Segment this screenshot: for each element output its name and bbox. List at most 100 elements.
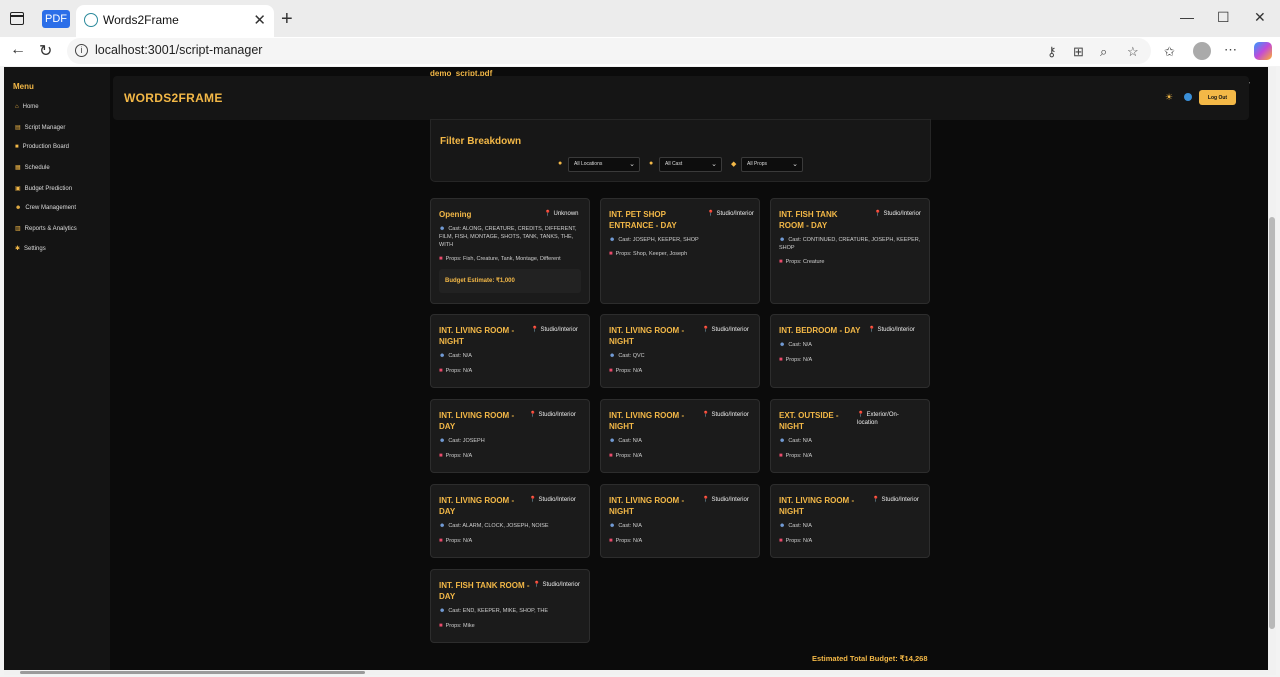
scene-props: ■ Props: N/A: [609, 367, 753, 375]
sidebar-item-production-board[interactable]: ■ Production Board: [15, 144, 69, 150]
scene-props-text: Props: Creature: [785, 259, 825, 265]
close-tab-icon[interactable]: ✕: [253, 11, 266, 29]
scene-props: ■ Props: Fish, Creature, Tank, Montage, D…: [439, 255, 583, 263]
close-window-icon[interactable]: ✕: [1254, 9, 1266, 26]
cast-icon: ☻: [609, 237, 616, 243]
new-tab-button[interactable]: +: [281, 8, 293, 31]
scene-cast: ☻ Cast: N/A: [609, 437, 753, 445]
scene-props: ■ Props: N/A: [779, 452, 923, 460]
theme-toggle-icon[interactable]: ☀: [1165, 92, 1173, 103]
scene-card[interactable]: INT. LIVING ROOM - NIGHT 📍 Studio/Interio…: [770, 484, 930, 558]
profile-avatar[interactable]: [1193, 42, 1211, 60]
props-icon: ■: [609, 453, 613, 459]
window-menu-icon[interactable]: [10, 12, 24, 25]
app-content: Menu ⌂ Home ▤ Script Manager ■ Production B…: [4, 67, 1276, 675]
cast-icon: ☻: [609, 523, 616, 529]
cast-filter-select[interactable]: All Cast ⌄: [659, 157, 722, 172]
back-icon[interactable]: ←: [10, 41, 26, 59]
props-icon: ■: [439, 623, 443, 629]
scene-card[interactable]: INT. LIVING ROOM - DAY 📍 Studio/Interior …: [430, 484, 590, 558]
scene-card[interactable]: INT. LIVING ROOM - NIGHT 📍 Studio/Interio…: [430, 314, 590, 388]
site-info-icon[interactable]: i: [75, 44, 88, 57]
scene-card[interactable]: INT. LIVING ROOM - NIGHT 📍 Studio/Interio…: [600, 484, 760, 558]
favorites-icon[interactable]: ✩: [1164, 44, 1175, 60]
zoom-icon[interactable]: ⌕: [1100, 44, 1107, 60]
cast-icon: ☻: [439, 608, 446, 614]
key-icon[interactable]: ⚷: [1047, 44, 1057, 60]
top-header: WORDS2FRAME ☀ Log Out: [113, 76, 1249, 120]
scene-location-text: Studio/Interior: [711, 412, 749, 418]
sidebar-item-script-manager[interactable]: ▤ Script Manager: [15, 124, 65, 131]
scene-props-text: Props: Fish, Creature, Tank, Montage, Di…: [445, 256, 561, 262]
logout-button[interactable]: Log Out: [1199, 90, 1236, 105]
sidebar-item-home[interactable]: ⌂ Home: [15, 104, 39, 110]
brand-logo[interactable]: WORDS2FRAME: [124, 91, 223, 105]
scene-location: 📍 Studio/Interior: [702, 326, 762, 334]
scene-title: INT. PET SHOP ENTRANCE - DAY: [609, 210, 677, 230]
scene-location: 📍 Studio/Interior: [531, 326, 591, 334]
location-pin-icon: 📍: [857, 412, 865, 418]
scene-cast-text: Cast: ALONG, CREATURE, CREDITS, DIFFEREN…: [439, 226, 577, 248]
scene-props: ■ Props: N/A: [439, 537, 583, 545]
file-icon: ▤: [15, 125, 21, 131]
scene-card[interactable]: INT. PET SHOP ENTRANCE - DAY 📍 Studio/Int…: [600, 198, 760, 304]
scene-props: ■ Props: Mike: [439, 622, 583, 630]
refresh-icon[interactable]: ↻: [39, 41, 52, 61]
vertical-scrollbar-thumb[interactable]: [1269, 217, 1275, 629]
scene-location: 📍 Exterior/On-location: [857, 411, 911, 427]
sidebar-item-settings[interactable]: ✱ Settings: [15, 245, 46, 252]
sidebar-item-reports-analytics[interactable]: ▥ Reports & Analytics: [15, 225, 77, 232]
scene-card[interactable]: INT. LIVING ROOM - NIGHT 📍 Studio/Interio…: [600, 314, 760, 388]
active-tab[interactable]: Words2Frame ✕: [76, 5, 274, 37]
scene-card[interactable]: INT. FISH TANK ROOM - DAY 📍 Studio/Interi…: [770, 198, 930, 304]
pdf-tab[interactable]: PDF: [42, 10, 70, 28]
horizontal-scrollbar-thumb[interactable]: [20, 671, 365, 674]
props-icon: ■: [779, 538, 783, 544]
scene-card[interactable]: Opening 📍 Unknown ☻ Cast: ALONG, CREATURE,…: [430, 198, 590, 304]
url-text[interactable]: localhost:3001/script-manager: [95, 43, 262, 57]
props-icon: ■: [779, 453, 783, 459]
props-icon: ■: [439, 256, 443, 262]
scene-card[interactable]: INT. LIVING ROOM - NIGHT 📍 Studio/Interio…: [600, 399, 760, 473]
scene-cast: ☻ Cast: QVC: [609, 352, 753, 360]
url-field[interactable]: i localhost:3001/script-manager ⚷ ⊞ ⌕ ☆: [67, 38, 1151, 64]
scene-location-text: Studio/Interior: [542, 582, 580, 588]
minimize-icon[interactable]: —: [1180, 9, 1194, 25]
scene-card[interactable]: INT. FISH TANK ROOM - DAY 📍 Studio/Interi…: [430, 569, 590, 643]
scene-props: ■ Props: N/A: [439, 452, 583, 460]
apps-icon[interactable]: ⊞: [1073, 44, 1084, 60]
scene-title: INT. LIVING ROOM - DAY: [439, 496, 515, 516]
copilot-icon[interactable]: [1254, 42, 1272, 60]
scene-cast: ☻ Cast: N/A: [779, 437, 923, 445]
scene-title: EXT. OUTSIDE - NIGHT: [779, 411, 839, 431]
scene-cast-text: Cast: N/A: [448, 353, 472, 359]
scene-location: 📍 Studio/Interior: [529, 411, 589, 419]
cast-icon: ☻: [439, 438, 446, 444]
scene-card[interactable]: EXT. OUTSIDE - NIGHT 📍 Exterior/On-locati…: [770, 399, 930, 473]
location-filter-select[interactable]: All Locations ⌄: [568, 157, 640, 172]
props-icon: ■: [439, 368, 443, 374]
sidebar-item-label: Schedule: [24, 165, 50, 171]
favorite-star-icon[interactable]: ☆: [1127, 44, 1139, 60]
camera-icon: ■: [15, 144, 19, 150]
sidebar-item-schedule[interactable]: ▦ Schedule: [15, 164, 50, 171]
gear-icon: ✱: [15, 246, 21, 252]
sidebar-item-budget-prediction[interactable]: ▣ Budget Prediction: [15, 185, 72, 192]
calendar-icon: ▦: [15, 165, 21, 171]
more-menu-icon[interactable]: ⋯: [1224, 42, 1237, 58]
props-icon: ■: [439, 453, 443, 459]
maximize-icon[interactable]: ☐: [1217, 9, 1230, 26]
scene-location-text: Studio/Interior: [711, 327, 749, 333]
props-filter-select[interactable]: All Props ⌄: [741, 157, 803, 172]
scene-cast: ☻ Cast: JOSEPH, KEEPER, SHOP: [609, 236, 753, 244]
scene-location: 📍 Studio/Interior: [702, 411, 762, 419]
scene-props: ■ Props: N/A: [439, 367, 583, 375]
location-pin-icon: 📍: [874, 211, 882, 217]
sidebar-item-crew-management[interactable]: ☻ Crew Management: [15, 205, 76, 211]
scene-location-text: Studio/Interior: [538, 497, 576, 503]
scene-card[interactable]: INT. BEDROOM - DAY 📍 Studio/Interior ☻ Cas…: [770, 314, 930, 388]
user-icon: ●: [649, 160, 654, 167]
scene-card[interactable]: INT. LIVING ROOM - DAY 📍 Studio/Interior …: [430, 399, 590, 473]
language-globe-icon[interactable]: [1184, 93, 1192, 101]
location-pin-icon: 📍: [702, 412, 710, 418]
